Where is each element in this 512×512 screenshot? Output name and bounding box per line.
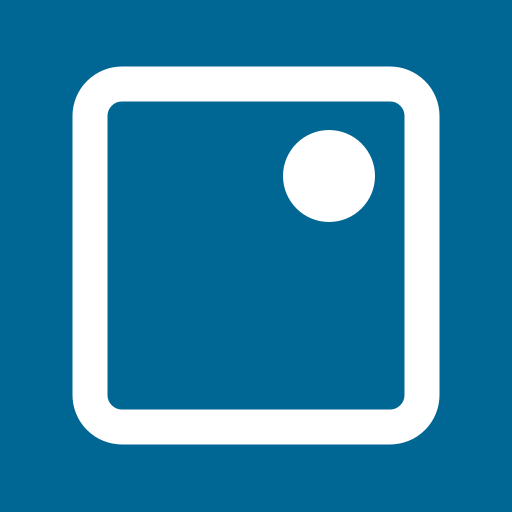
rounded-square-with-dot-icon xyxy=(0,0,512,512)
app-icon-canvas xyxy=(0,0,512,512)
top-right-dot xyxy=(283,130,375,222)
